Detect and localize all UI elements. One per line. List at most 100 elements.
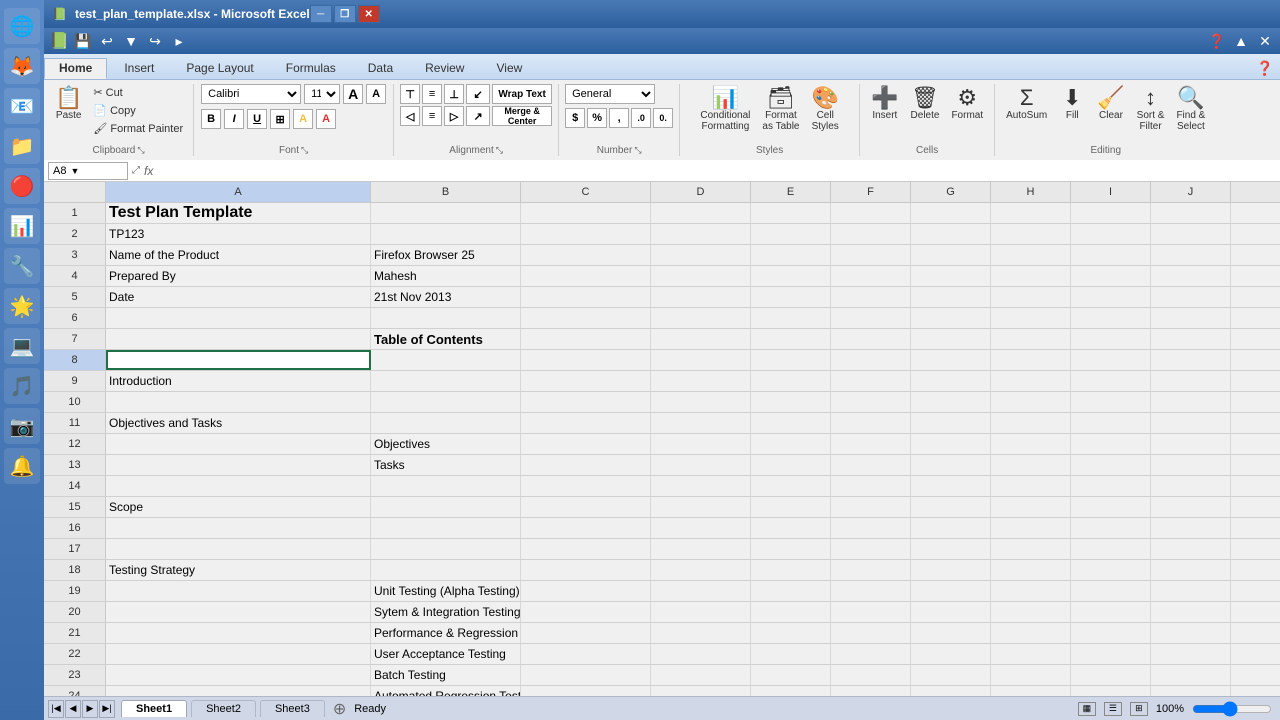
os-icon-10[interactable]: 📷 (4, 408, 40, 444)
cell-b18[interactable] (371, 560, 521, 580)
cell-d11[interactable] (651, 413, 751, 433)
cell-c21[interactable] (521, 623, 651, 643)
cell-i21[interactable] (1071, 623, 1151, 643)
cell-c1[interactable] (521, 203, 651, 223)
cell-c13[interactable] (521, 455, 651, 475)
cell-h19[interactable] (991, 581, 1071, 601)
cell-a3[interactable]: Name of the Product (106, 245, 371, 265)
cell-b8[interactable] (371, 350, 521, 370)
cell-d13[interactable] (651, 455, 751, 475)
tab-page-layout[interactable]: Page Layout (171, 58, 268, 79)
cell-e9[interactable] (751, 371, 831, 391)
cell-c18[interactable] (521, 560, 651, 580)
cell-f17[interactable] (831, 539, 911, 559)
font-shrink-button[interactable]: A (366, 84, 386, 104)
cell-i6[interactable] (1071, 308, 1151, 328)
underline-button[interactable]: U (247, 109, 267, 129)
cell-i23[interactable] (1071, 665, 1151, 685)
cell-d16[interactable] (651, 518, 751, 538)
cell-g23[interactable] (911, 665, 991, 685)
row-number-18[interactable]: 18 (44, 560, 106, 580)
last-sheet-button[interactable]: ▶| (99, 700, 115, 718)
cell-i4[interactable] (1071, 266, 1151, 286)
cell-h15[interactable] (991, 497, 1071, 517)
align-bottom-button[interactable]: ⊥ (444, 84, 464, 104)
col-header-c[interactable]: C (521, 182, 651, 202)
cell-d21[interactable] (651, 623, 751, 643)
cell-g1[interactable] (911, 203, 991, 223)
align-top-button[interactable]: ⊤ (400, 84, 420, 104)
cell-e19[interactable] (751, 581, 831, 601)
cell-f20[interactable] (831, 602, 911, 622)
redo-button[interactable]: ↪ (144, 31, 166, 51)
cell-g14[interactable] (911, 476, 991, 496)
cell-a10[interactable] (106, 392, 371, 412)
minimize-button[interactable]: ─ (310, 5, 332, 23)
decimal-decrease-button[interactable]: 0. (653, 108, 673, 128)
cell-d5[interactable] (651, 287, 751, 307)
cell-g12[interactable] (911, 434, 991, 454)
tab-formulas[interactable]: Formulas (271, 58, 351, 79)
cell-h1[interactable] (991, 203, 1071, 223)
cell-c22[interactable] (521, 644, 651, 664)
cell-g4[interactable] (911, 266, 991, 286)
align-left-button[interactable]: ◁ (400, 106, 420, 126)
os-icon-5[interactable]: 📊 (4, 208, 40, 244)
cell-i17[interactable] (1071, 539, 1151, 559)
undo-button[interactable]: ↩ (96, 31, 118, 51)
ribbon-help-icon[interactable]: ❓ (1254, 58, 1276, 78)
cell-d17[interactable] (651, 539, 751, 559)
cell-f23[interactable] (831, 665, 911, 685)
cell-i14[interactable] (1071, 476, 1151, 496)
cell-e21[interactable] (751, 623, 831, 643)
cell-b11[interactable] (371, 413, 521, 433)
cell-e2[interactable] (751, 224, 831, 244)
cell-f19[interactable] (831, 581, 911, 601)
cell-i18[interactable] (1071, 560, 1151, 580)
cell-d19[interactable] (651, 581, 751, 601)
cell-f22[interactable] (831, 644, 911, 664)
cell-a7[interactable] (106, 329, 371, 349)
cell-f5[interactable] (831, 287, 911, 307)
cell-h10[interactable] (991, 392, 1071, 412)
cell-c8[interactable] (521, 350, 651, 370)
font-size-select[interactable]: 11 8 9 10 12 14 16 (304, 84, 340, 104)
row-number-13[interactable]: 13 (44, 455, 106, 475)
os-icon-7[interactable]: 🌟 (4, 288, 40, 324)
cell-d20[interactable] (651, 602, 751, 622)
cell-f1[interactable] (831, 203, 911, 223)
cell-a18[interactable]: Testing Strategy (106, 560, 371, 580)
os-icon-11[interactable]: 🔔 (4, 448, 40, 484)
cell-h5[interactable] (991, 287, 1071, 307)
clear-button[interactable]: 🧹 Clear (1092, 84, 1129, 124)
sort-filter-button[interactable]: ↕ Sort &Filter (1132, 84, 1170, 135)
cell-h17[interactable] (991, 539, 1071, 559)
bold-button[interactable]: B (201, 109, 221, 129)
cell-f11[interactable] (831, 413, 911, 433)
percent-button[interactable]: % (587, 108, 607, 128)
restore-button[interactable]: ❐ (334, 5, 356, 23)
cut-button[interactable]: ✂ Cut (89, 84, 187, 101)
cell-ref-dropdown[interactable]: ▼ (70, 166, 79, 176)
font-color-button[interactable]: A (316, 109, 336, 129)
os-icon-4[interactable]: 🔴 (4, 168, 40, 204)
font-expand[interactable]: ⤡ (301, 145, 308, 156)
cell-b2[interactable] (371, 224, 521, 244)
format-as-table-button[interactable]: 🗃 Formatas Table (757, 84, 804, 135)
cell-f13[interactable] (831, 455, 911, 475)
cell-c12[interactable] (521, 434, 651, 454)
cell-f12[interactable] (831, 434, 911, 454)
cell-d9[interactable] (651, 371, 751, 391)
cell-a11[interactable]: Objectives and Tasks (106, 413, 371, 433)
cell-c5[interactable] (521, 287, 651, 307)
indent-increase-button[interactable]: ↗ (466, 106, 490, 126)
cell-j3[interactable] (1151, 245, 1231, 265)
cell-b10[interactable] (371, 392, 521, 412)
cell-h14[interactable] (991, 476, 1071, 496)
col-header-g[interactable]: G (911, 182, 991, 202)
cell-g22[interactable] (911, 644, 991, 664)
cell-j18[interactable] (1151, 560, 1231, 580)
cell-b5[interactable]: 21st Nov 2013 (371, 287, 521, 307)
cell-h8[interactable] (991, 350, 1071, 370)
sheet-tab-sheet1[interactable]: Sheet1 (121, 700, 187, 717)
